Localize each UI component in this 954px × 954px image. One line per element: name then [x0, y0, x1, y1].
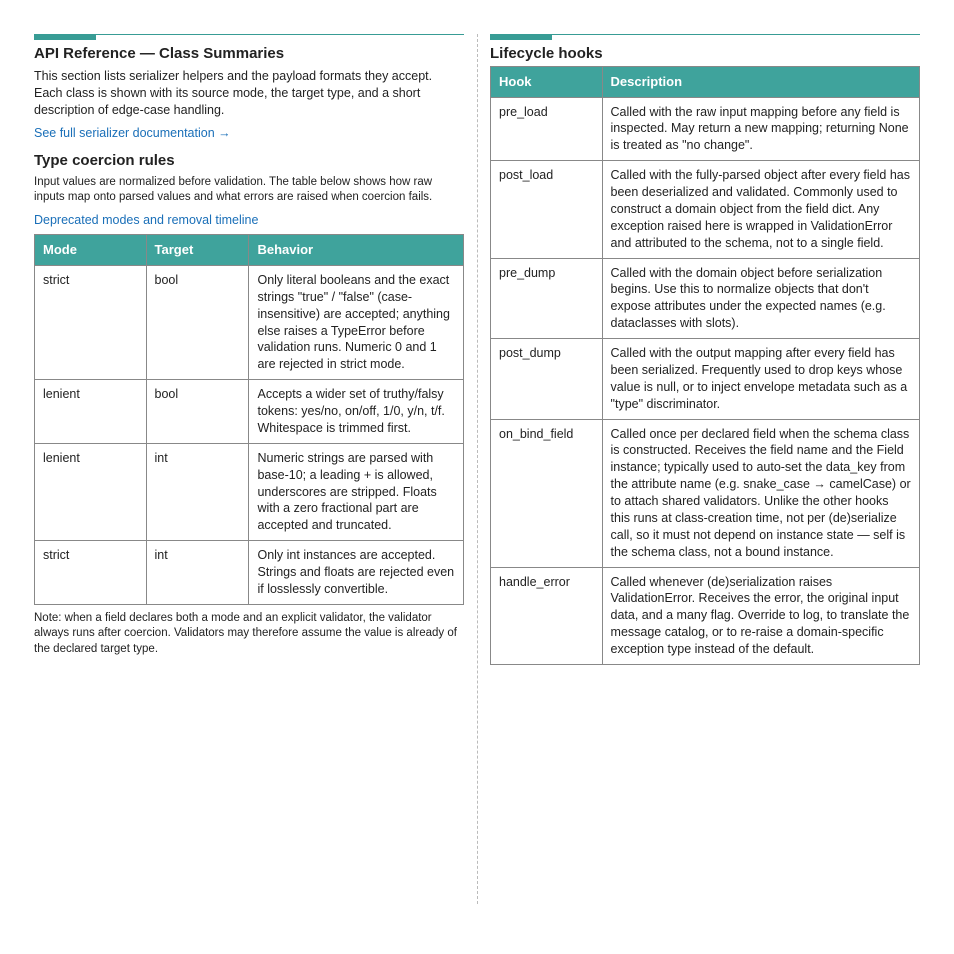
right-td: Called with the raw input mapping before… — [602, 97, 919, 161]
right-th-0: Hook — [491, 67, 603, 98]
right-th-1: Description — [602, 67, 919, 98]
right-td: Called with the domain object before ser… — [602, 258, 919, 339]
left-td: int — [146, 541, 249, 605]
right-td: pre_load — [491, 97, 603, 161]
table-row: lenient bool Accepts a wider set of trut… — [35, 380, 464, 444]
left-heading: API Reference — Class Summaries — [34, 45, 464, 62]
table-row: pre_load Called with the raw input mappi… — [491, 97, 920, 161]
right-table: Hook Description pre_load Called with th… — [490, 66, 920, 665]
left-td: lenient — [35, 443, 147, 540]
left-td: strict — [35, 265, 147, 379]
table-row: post_dump Called with the output mapping… — [491, 339, 920, 420]
right-td: Called with the output mapping after eve… — [602, 339, 919, 420]
left-table: Mode Target Behavior strict bool Only li… — [34, 234, 464, 604]
right-td: Called with the fully-parsed object afte… — [602, 161, 919, 258]
left-td: lenient — [35, 380, 147, 444]
right-td: Called whenever (de)serialization raises… — [602, 567, 919, 664]
table-row: strict bool Only literal booleans and th… — [35, 265, 464, 379]
left-note: Note: when a field declares both a mode … — [34, 611, 464, 658]
left-th-2: Behavior — [249, 235, 464, 266]
left-intro: This section lists serializer helpers an… — [34, 68, 464, 119]
right-td: Called once per declared field when the … — [602, 419, 919, 567]
left-td: Numeric strings are parsed with base-10;… — [249, 443, 464, 540]
right-column: Lifecycle hooks Hook Description pre_loa… — [490, 34, 920, 665]
right-td: pre_dump — [491, 258, 603, 339]
left-td: int — [146, 443, 249, 540]
left-deprecation-link[interactable]: Deprecated modes and removal timeline — [34, 213, 258, 227]
right-td: post_dump — [491, 339, 603, 420]
left-rules-intro: Input values are normalized before valid… — [34, 175, 464, 206]
section-rule — [490, 34, 920, 35]
left-td: bool — [146, 265, 249, 379]
left-more-link[interactable]: See full serializer documentation → — [34, 126, 231, 140]
column-divider — [477, 34, 478, 904]
table-row: on_bind_field Called once per declared f… — [491, 419, 920, 567]
table-row: strict int Only int instances are accept… — [35, 541, 464, 605]
left-td: Accepts a wider set of truthy/falsy toke… — [249, 380, 464, 444]
table-row: lenient int Numeric strings are parsed w… — [35, 443, 464, 540]
left-td: Only int instances are accepted. Strings… — [249, 541, 464, 605]
left-table-header-row: Mode Target Behavior — [35, 235, 464, 266]
left-td: strict — [35, 541, 147, 605]
right-td: handle_error — [491, 567, 603, 664]
right-heading: Lifecycle hooks — [490, 45, 920, 62]
section-rule — [34, 34, 464, 35]
table-row: handle_error Called whenever (de)seriali… — [491, 567, 920, 664]
left-th-1: Target — [146, 235, 249, 266]
right-table-header-row: Hook Description — [491, 67, 920, 98]
table-row: pre_dump Called with the domain object b… — [491, 258, 920, 339]
right-td: post_load — [491, 161, 603, 258]
left-th-0: Mode — [35, 235, 147, 266]
table-row: post_load Called with the fully-parsed o… — [491, 161, 920, 258]
left-td: bool — [146, 380, 249, 444]
left-subheading: Type coercion rules — [34, 152, 464, 169]
left-td: Only literal booleans and the exact stri… — [249, 265, 464, 379]
left-column: API Reference — Class Summaries This sec… — [34, 34, 464, 663]
right-td: on_bind_field — [491, 419, 603, 567]
